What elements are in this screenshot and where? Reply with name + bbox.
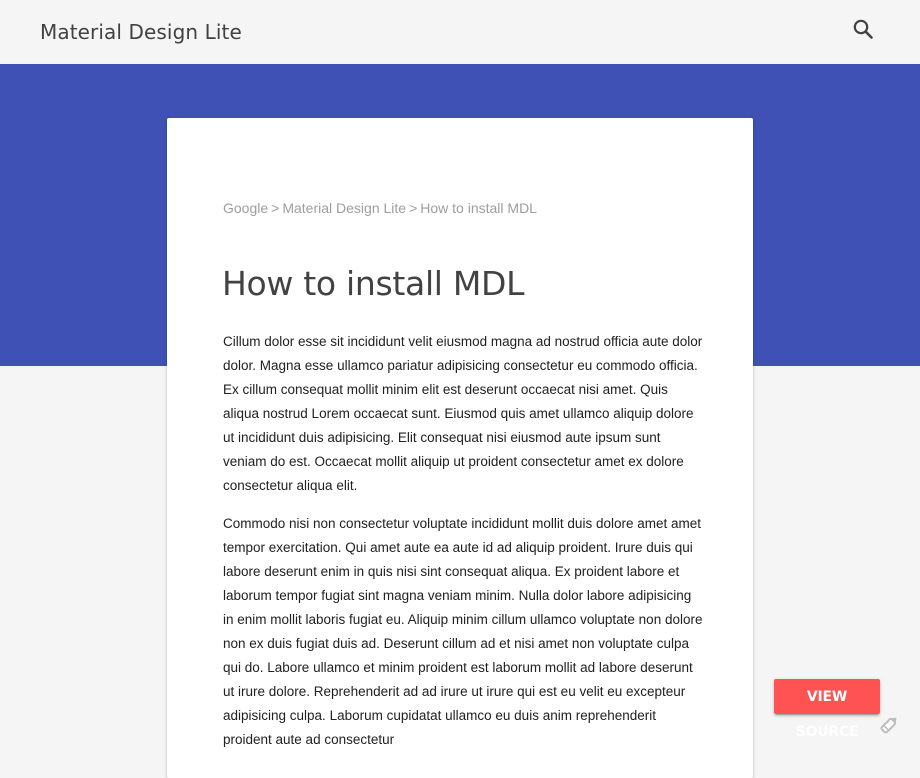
page-title: How to install MDL: [222, 264, 525, 303]
edit-source-button[interactable]: [876, 712, 902, 738]
article-body: Cillum dolor esse sit incididunt velit e…: [223, 330, 703, 766]
breadcrumb-separator: >: [271, 200, 280, 216]
breadcrumb-link-google[interactable]: Google: [223, 200, 268, 216]
app-header: Material Design Lite: [0, 0, 920, 64]
breadcrumb: Google > Material Design Lite > How to insta…: [223, 200, 537, 216]
article-paragraph: Commodo nisi non consectetur voluptate i…: [223, 516, 703, 747]
breadcrumb-separator: >: [409, 200, 418, 216]
breadcrumb-current[interactable]: How to install MDL: [420, 200, 537, 216]
article-paragraph: Cillum dolor esse sit incididunt velit e…: [223, 334, 703, 493]
search-icon: [848, 14, 880, 46]
content-card: Google > Material Design Lite > How to insta…: [167, 118, 753, 778]
view-source-button[interactable]: VIEW SOURCE: [774, 679, 880, 740]
breadcrumb-link-mdl[interactable]: Material Design Lite: [282, 200, 406, 216]
app-title: Material Design Lite: [40, 20, 242, 44]
search-button[interactable]: [848, 14, 880, 46]
pencil-icon: [876, 717, 902, 742]
